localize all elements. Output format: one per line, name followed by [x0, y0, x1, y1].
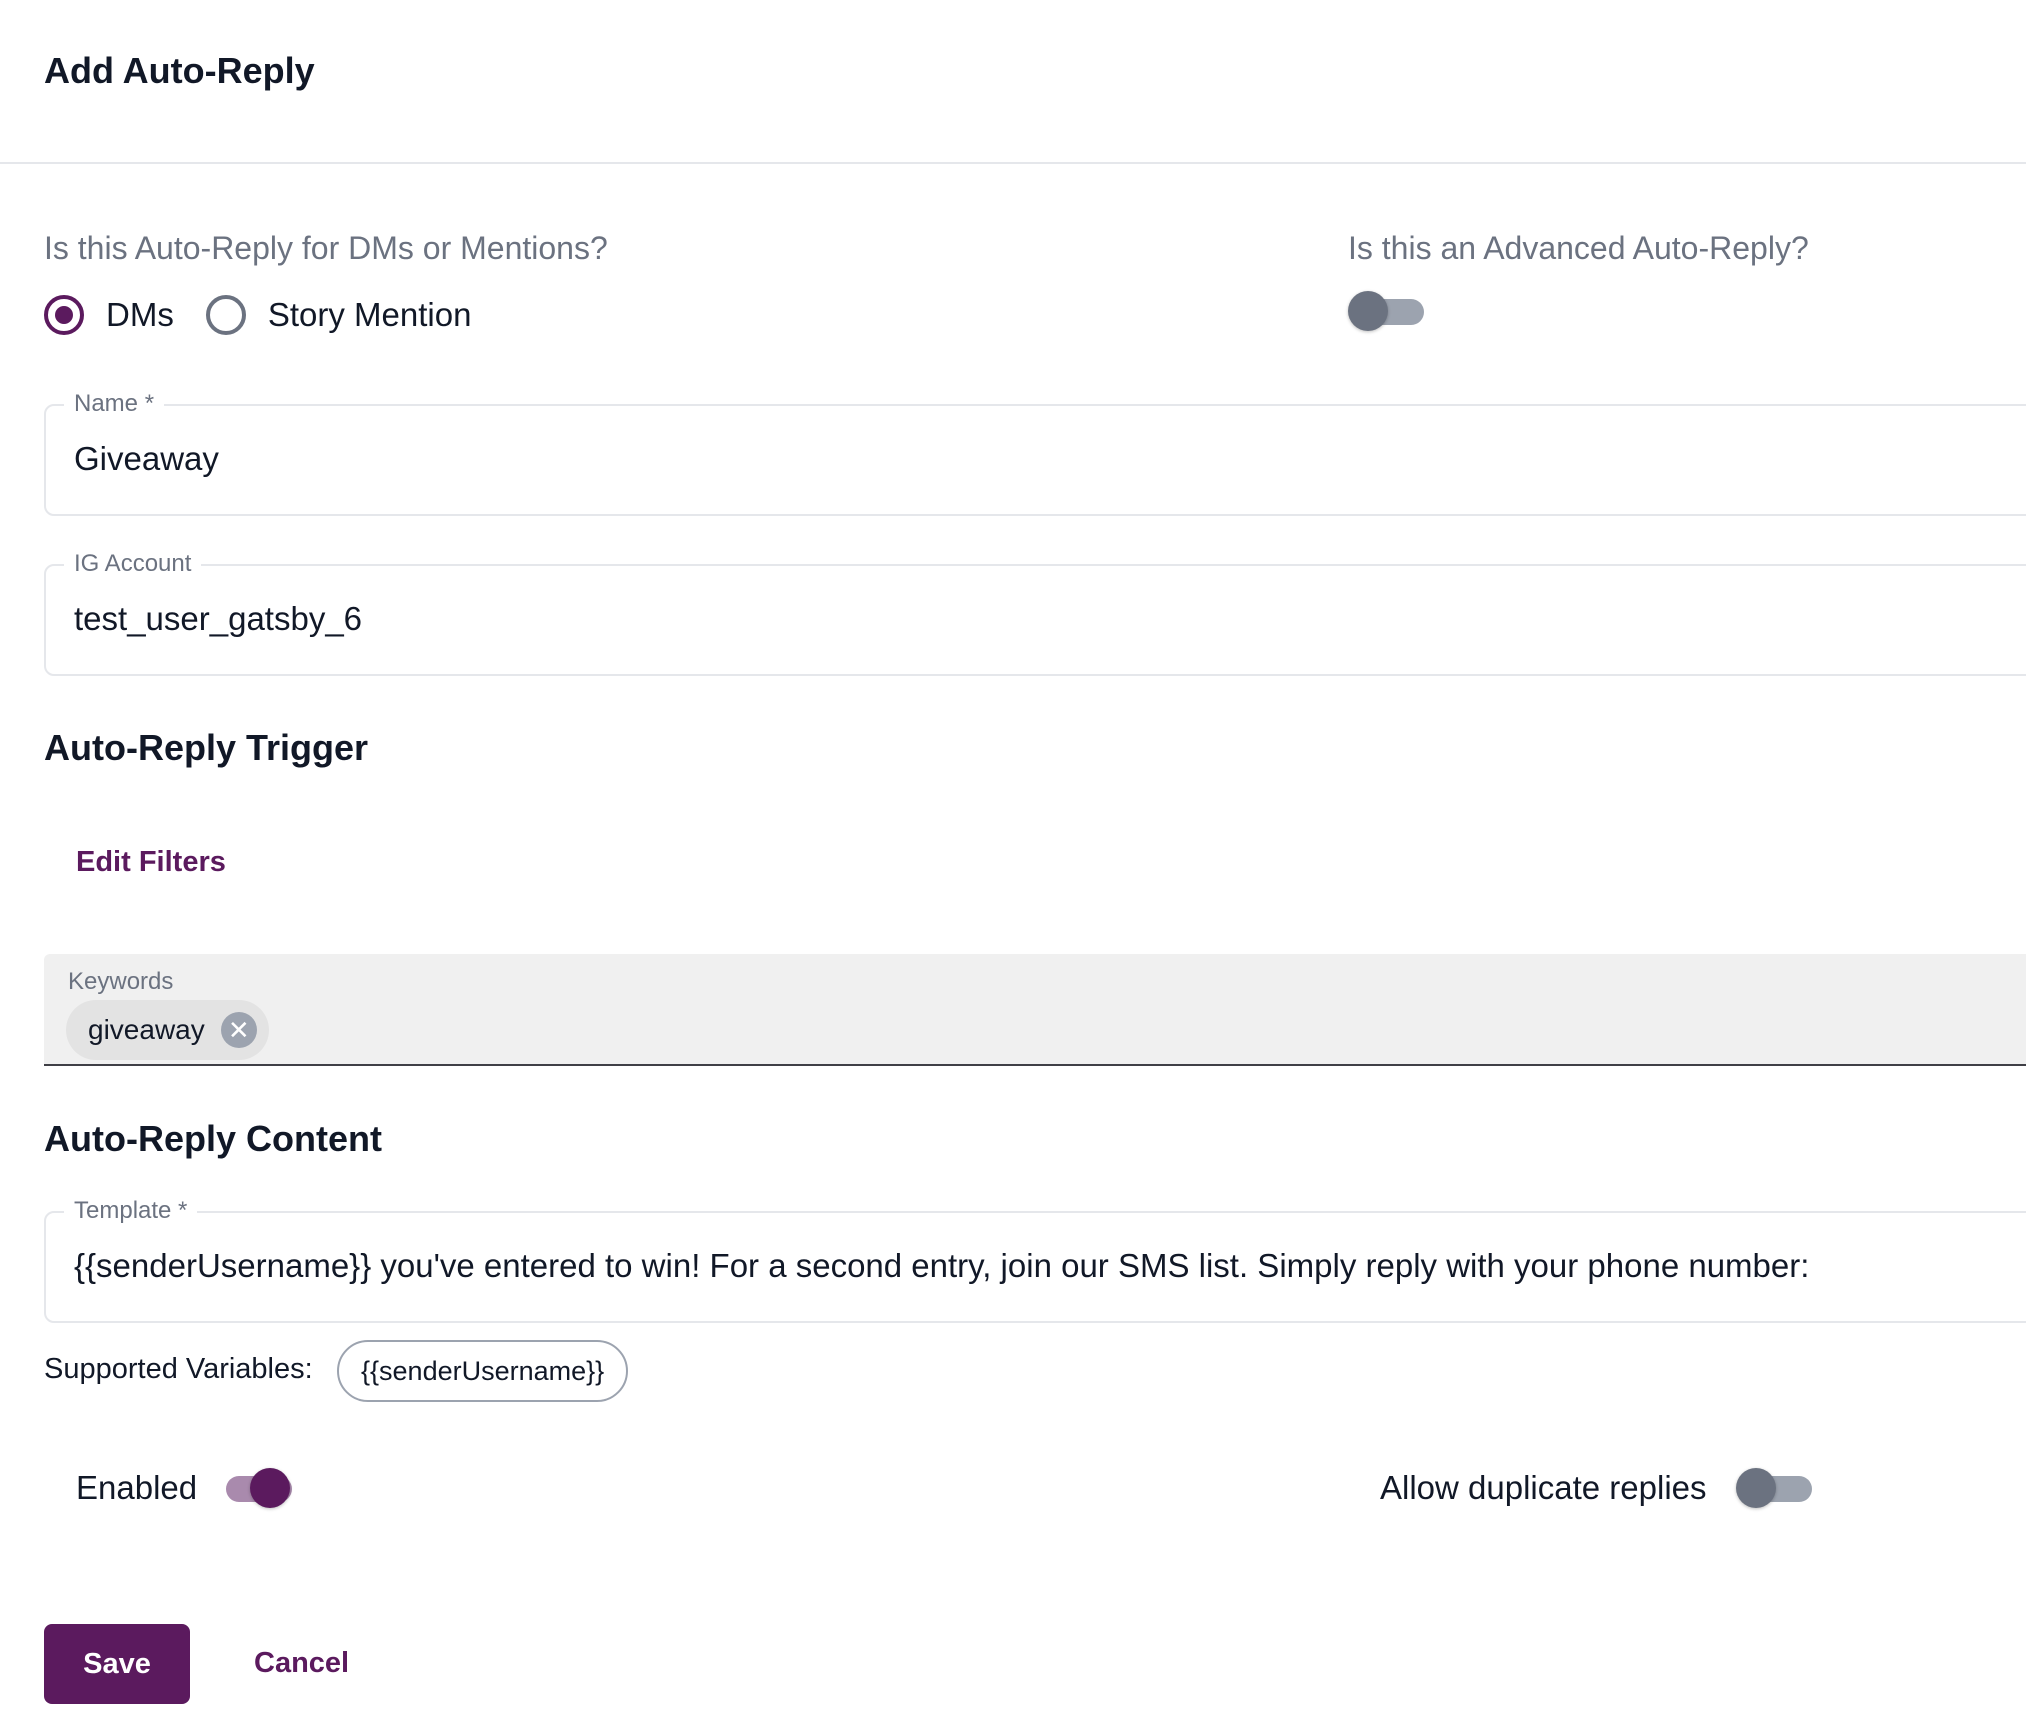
page-title: Add Auto-Reply	[44, 50, 315, 91]
ig-account-field-value[interactable]: test_user_gatsby_6	[74, 600, 362, 638]
reply-type-radio-group: DMs Story Mention	[44, 292, 471, 338]
enabled-label: Enabled	[76, 1469, 198, 1506]
enabled-toggle[interactable]	[216, 1466, 296, 1510]
advanced-toggle-knob	[1348, 291, 1388, 331]
advanced-toggle[interactable]	[1348, 289, 1428, 333]
name-field-label: Name *	[64, 390, 165, 418]
ig-account-field[interactable]: IG Account test_user_gatsby_6	[44, 550, 2026, 676]
radio-option-dms[interactable]: DMs	[44, 295, 174, 335]
template-field[interactable]: Template * {{senderUsername}} you've ent…	[44, 1197, 2026, 1323]
keywords-label: Keywords	[68, 968, 174, 995]
allow-duplicates-label: Allow duplicate replies	[1380, 1469, 1707, 1506]
keywords-input[interactable]: Keywords giveaway ✕	[44, 954, 2026, 1066]
name-field[interactable]: Name * Giveaway	[44, 390, 2026, 516]
radio-unchecked-icon[interactable]	[205, 295, 246, 335]
close-icon[interactable]: ✕	[220, 1012, 257, 1048]
radio-checked-icon[interactable]	[44, 295, 84, 335]
supported-variables-label: Supported Variables:	[44, 1353, 313, 1385]
allow-duplicates-toggle[interactable]	[1736, 1466, 1816, 1510]
template-field-label: Template *	[64, 1197, 198, 1225]
trigger-section-title: Auto-Reply Trigger	[44, 727, 369, 768]
template-field-value[interactable]: {{senderUsername}} you've entered to win…	[74, 1247, 1809, 1285]
name-field-value[interactable]: Giveaway	[74, 440, 219, 478]
ig-account-field-label: IG Account	[64, 550, 202, 578]
add-auto-reply-page: Add Auto-Reply Is this Auto-Reply for DM…	[0, 0, 2026, 1732]
allow-duplicates-toggle-knob	[1736, 1468, 1776, 1508]
content-section-title: Auto-Reply Content	[44, 1118, 382, 1159]
keyword-chip-label: giveaway	[88, 1014, 205, 1045]
keyword-chip: giveaway ✕	[66, 1000, 269, 1060]
edit-filters-button[interactable]: Edit Filters	[76, 846, 226, 879]
save-button[interactable]: Save	[44, 1624, 190, 1704]
reply-type-question: Is this Auto-Reply for DMs or Mentions?	[44, 230, 608, 266]
advanced-question: Is this an Advanced Auto-Reply?	[1348, 230, 1809, 266]
page-header: Add Auto-Reply	[0, 0, 2026, 164]
enabled-toggle-knob	[250, 1468, 290, 1508]
radio-label-dms: DMs	[106, 296, 174, 333]
cancel-button[interactable]: Cancel	[254, 1647, 349, 1680]
radio-option-story-mention[interactable]: Story Mention	[205, 295, 472, 335]
variable-chip-sender-username[interactable]: {{senderUsername}}	[337, 1340, 629, 1402]
radio-label-story-mention: Story Mention	[267, 296, 472, 333]
